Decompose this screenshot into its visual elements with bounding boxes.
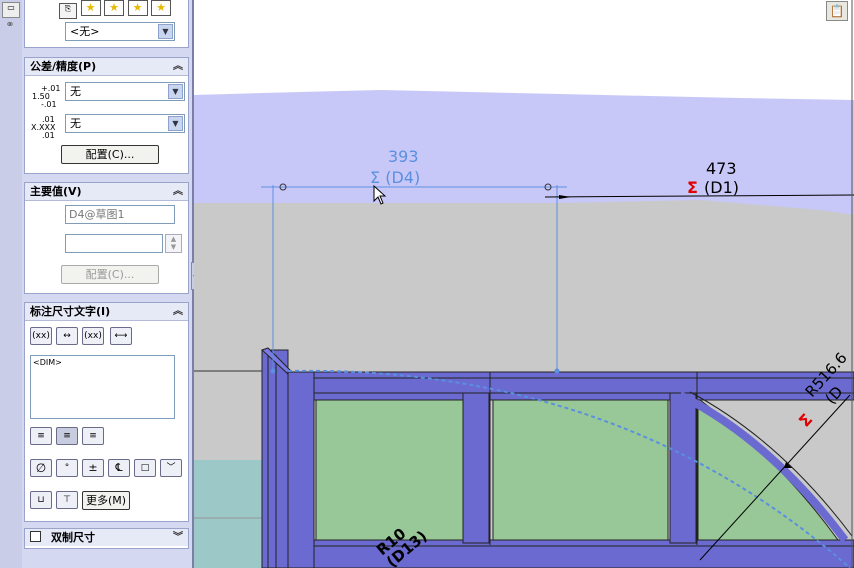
tolerance-icon: +.01 1.50 -.01 xyxy=(30,85,60,111)
style-section: ⎘ ★ ★ ★ ★ <无> ▼ xyxy=(24,0,189,48)
collapse-icon[interactable]: ︽ xyxy=(173,58,183,75)
dimension-text-area[interactable]: <DIM> xyxy=(30,355,175,419)
dim-d1-sigma: Σ xyxy=(687,178,698,197)
square-symbol-icon[interactable]: □ xyxy=(134,459,156,477)
chevron-down-icon[interactable]: ▼ xyxy=(168,116,183,131)
align-right-icon[interactable]: ≡ xyxy=(82,427,104,445)
diameter-symbol-icon[interactable]: ∅ xyxy=(30,459,52,477)
align-center-icon[interactable]: ≡ xyxy=(56,427,78,445)
dimension-text-content: <DIM> xyxy=(33,358,62,367)
favorite-star-icon[interactable]: ★ xyxy=(104,0,124,16)
chevron-down-icon[interactable]: ▼ xyxy=(168,84,183,99)
align-left-icon[interactable]: ≡ xyxy=(30,427,52,445)
tolerance-section: 公差/精度(P) ︽ +.01 1.50 -.01 无 ▼ .01 X.XXX … xyxy=(24,57,189,174)
favorite-star-icon[interactable]: ★ xyxy=(151,0,171,16)
precision-lower: .01 xyxy=(42,131,55,140)
glass-pane xyxy=(492,399,669,541)
tab-icon[interactable]: ▭ xyxy=(2,2,20,18)
centerline-symbol-icon[interactable]: ℄ xyxy=(108,459,130,477)
graphics-area[interactable]: 393 Σ (D4) 473 Σ (D1) R516.6 (D Σ R10 (D… xyxy=(194,0,854,568)
counterbore-symbol-icon[interactable]: ⊔ xyxy=(30,491,52,509)
extension-point xyxy=(270,368,276,374)
collapse-icon[interactable]: ︽ xyxy=(173,303,183,320)
property-manager: ▭ ⚭ ⎘ ★ ★ ★ ★ <无> ▼ 公差/精度(P) ︽ +.01 1.50… xyxy=(0,0,192,568)
dual-dimension-title: 双制尺寸 xyxy=(51,531,95,544)
more-symbols-button[interactable]: 更多(M) xyxy=(82,491,130,510)
dimension-value-input[interactable] xyxy=(65,234,163,253)
center-dimension-icon[interactable]: ↔ xyxy=(56,327,78,345)
primary-value-header[interactable]: 主要值(V) ︽ xyxy=(25,183,188,201)
style-icons-row: ⎘ ★ ★ ★ ★ xyxy=(59,0,171,19)
dimension-text-section: 标注尺寸文字(I) ︽ (xx) ↔ (xx) ⟷ <DIM> ≡ ≡ ≡ ∅ … xyxy=(24,302,189,522)
collapse-icon[interactable]: ︽ xyxy=(173,183,183,200)
dimension-text-header[interactable]: 标注尺寸文字(I) ︽ xyxy=(25,303,188,321)
tolerance-title: 公差/精度(P) xyxy=(30,60,97,73)
tolerance-type-value: 无 xyxy=(70,85,81,98)
expand-icon[interactable]: ︾ xyxy=(173,529,183,546)
value-spinner[interactable]: ▲ ▼ xyxy=(165,234,182,253)
primary-config-button[interactable]: 配置(C)... xyxy=(61,265,159,284)
dual-dimension-checkbox[interactable] xyxy=(30,531,41,542)
style-select-value: <无> xyxy=(70,25,100,38)
favorite-star-icon[interactable]: ★ xyxy=(80,0,101,16)
spin-up-icon[interactable]: ▲ xyxy=(166,235,181,243)
chevron-down-icon[interactable]: ▼ xyxy=(158,24,173,39)
symbol-more-icon[interactable]: ﹀ xyxy=(160,459,182,477)
frame-post xyxy=(287,371,315,568)
degree-symbol-icon[interactable]: ° xyxy=(56,459,78,477)
dim-d4-label[interactable]: Σ (D4) xyxy=(370,168,420,187)
offset-text-icon[interactable]: ⟷ xyxy=(110,327,132,345)
top-beam xyxy=(287,371,854,401)
dim-d1-value[interactable]: 473 xyxy=(706,159,737,178)
dim-d4-value[interactable]: 393 xyxy=(388,147,419,166)
precision-icon: .01 X.XXX .01 xyxy=(30,116,58,142)
water-region xyxy=(194,460,264,568)
precision-select[interactable]: 无 ▼ xyxy=(65,114,185,133)
tolerance-type-select[interactable]: 无 ▼ xyxy=(65,82,185,101)
depth-symbol-icon[interactable]: ⊤ xyxy=(56,491,78,509)
tolerance-lower: -.01 xyxy=(41,100,57,109)
side-strip: ▭ ⚭ xyxy=(0,0,22,568)
plus-minus-symbol-icon[interactable]: ± xyxy=(82,459,104,477)
dimension-text-title: 标注尺寸文字(I) xyxy=(30,305,111,318)
primary-value-section: 主要值(V) ︽ D4@草图1 ▲ ▼ 配置(C)... xyxy=(24,182,189,294)
tolerance-header[interactable]: 公差/精度(P) ︽ xyxy=(25,58,188,76)
add-parentheses-icon[interactable]: (xx) xyxy=(30,327,52,345)
left-post xyxy=(261,349,289,568)
primary-value-title: 主要值(V) xyxy=(30,185,82,198)
mullion xyxy=(462,392,490,544)
dim-d1-label[interactable]: (D1) xyxy=(704,178,739,197)
task-pane-icon[interactable]: 📋 xyxy=(826,1,848,21)
inspection-dimension-icon[interactable]: (xx) xyxy=(82,327,104,345)
glass-pane xyxy=(315,399,464,541)
spin-down-icon[interactable]: ▼ xyxy=(166,243,181,251)
mullion xyxy=(669,392,697,544)
dual-dimension-header[interactable]: 双制尺寸 ︾ xyxy=(25,529,188,546)
dimension-name-field[interactable]: D4@草图1 xyxy=(65,205,175,224)
style-doc-icon[interactable]: ⎘ xyxy=(59,3,77,19)
precision-value: 无 xyxy=(70,117,81,130)
tolerance-config-button[interactable]: 配置(C)... xyxy=(61,145,159,164)
extension-point xyxy=(554,368,560,374)
dual-dimension-section: 双制尺寸 ︾ xyxy=(24,528,189,549)
favorite-star-icon[interactable]: ★ xyxy=(127,0,148,16)
link-icon[interactable]: ⚭ xyxy=(2,18,18,32)
style-select[interactable]: <无> ▼ xyxy=(65,22,175,41)
